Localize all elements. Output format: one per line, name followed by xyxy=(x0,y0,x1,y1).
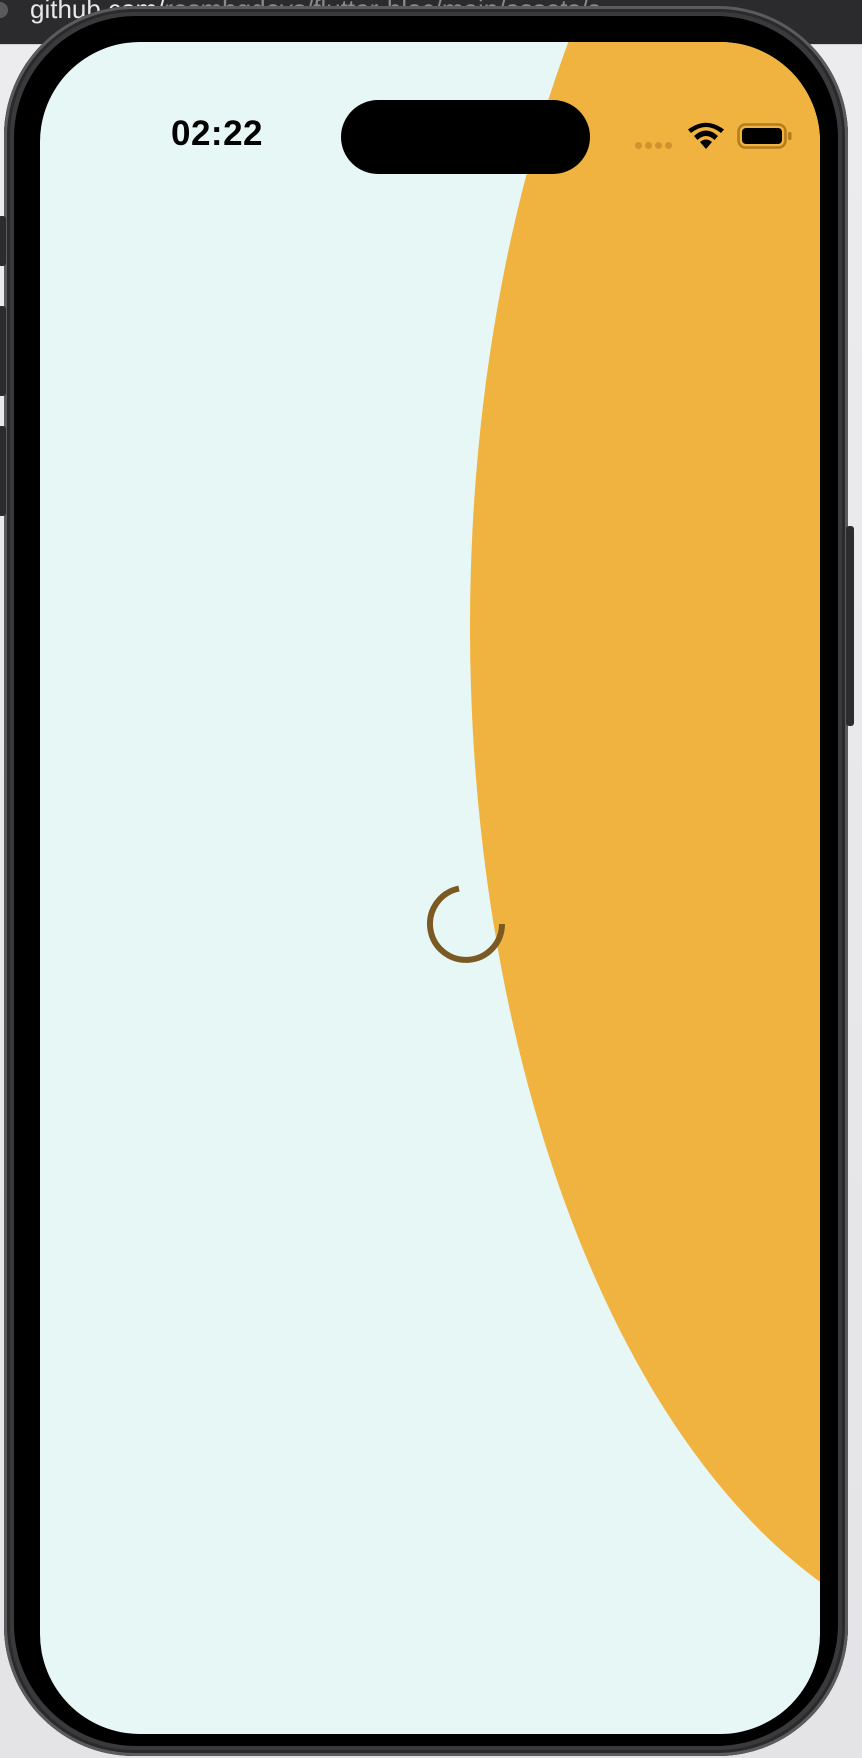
power-button xyxy=(846,526,854,726)
loading-spinner-icon xyxy=(427,885,505,963)
iphone-simulator-frame: 02:22 xyxy=(0,6,854,1756)
wifi-icon xyxy=(688,122,724,149)
status-bar-time: 02:22 xyxy=(171,114,264,153)
action-button xyxy=(0,216,6,266)
cellular-signal-icon xyxy=(635,142,675,150)
battery-icon xyxy=(737,123,792,149)
volume-up-button xyxy=(0,306,6,396)
app-screen[interactable]: 02:22 xyxy=(40,42,820,1734)
decorative-orange-shape xyxy=(470,42,820,1652)
browser-tab-icon[interactable] xyxy=(0,2,8,18)
dynamic-island xyxy=(341,100,590,174)
volume-down-button xyxy=(0,426,6,516)
